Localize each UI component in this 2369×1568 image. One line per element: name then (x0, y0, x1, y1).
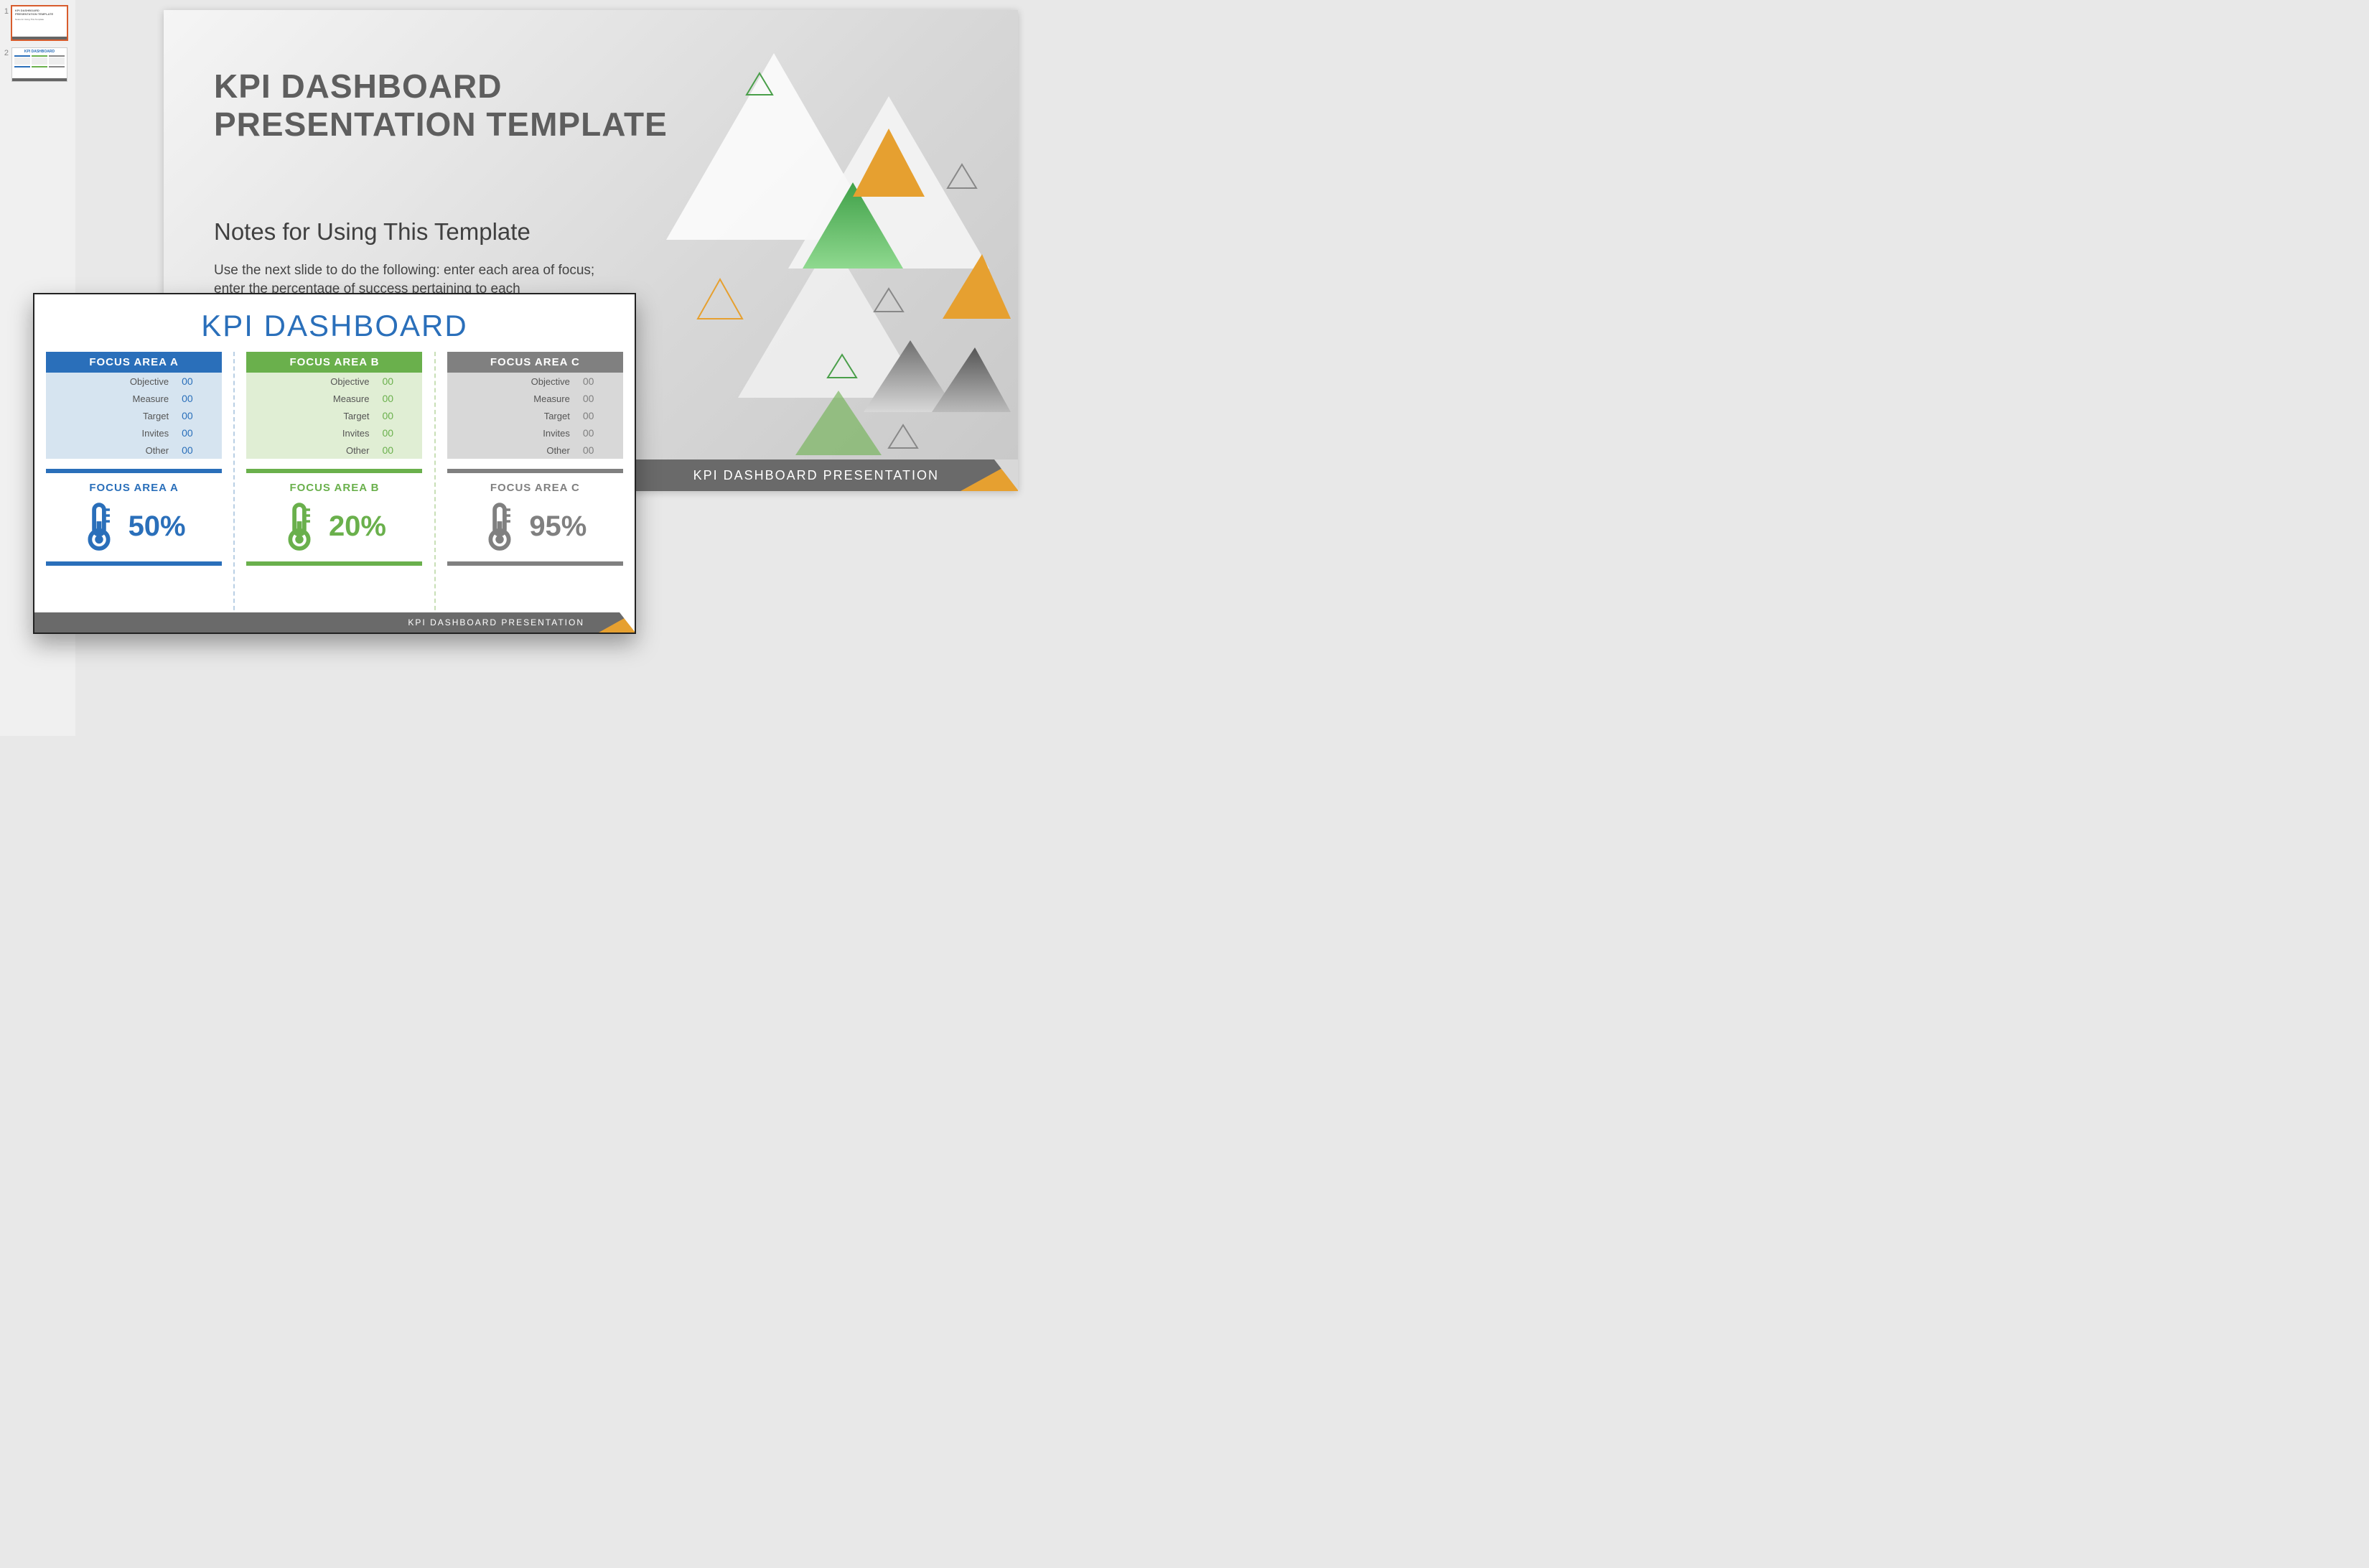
divider-bar (246, 561, 422, 566)
slide-footer-text: KPI DASHBOARD PRESENTATION (693, 468, 939, 483)
row-value[interactable]: 00 (382, 393, 403, 404)
table-row[interactable]: Target 00 (447, 407, 623, 424)
focus-area-table: Objective 00 Measure 00 Target 00 Invite… (447, 373, 623, 459)
column-separator (434, 352, 436, 617)
row-value[interactable]: 00 (382, 410, 403, 421)
table-row[interactable]: Measure 00 (46, 390, 222, 407)
table-row[interactable]: Objective 00 (46, 373, 222, 390)
divider-bar (447, 561, 623, 566)
table-row[interactable]: Target 00 (246, 407, 422, 424)
thermometer-icon (483, 501, 516, 551)
slide-subtitle[interactable]: Notes for Using This Template (214, 218, 531, 246)
row-value[interactable]: 00 (583, 427, 604, 439)
row-value[interactable]: 00 (583, 410, 604, 421)
table-row[interactable]: Objective 00 (447, 373, 623, 390)
title-line-2: PRESENTATION TEMPLATE (214, 106, 668, 143)
slide-thumbnail-1[interactable]: 1 KPI DASHBOARDPRESENTATION TEMPLATE Not… (3, 6, 73, 40)
focus-area-header[interactable]: FOCUS AREA A (46, 352, 222, 373)
focus-area-header[interactable]: FOCUS AREA B (246, 352, 422, 373)
slide-footer-bar: KPI DASHBOARD PRESENTATION (34, 612, 635, 633)
table-row[interactable]: Other 00 (447, 442, 623, 459)
row-label: Objective (253, 376, 382, 387)
row-value[interactable]: 00 (182, 375, 203, 387)
slide-thumbnail-number: 1 (3, 6, 11, 16)
dashboard-columns: FOCUS AREA A Objective 00 Measure 00 Tar… (34, 352, 635, 617)
slide-2-overlay-card[interactable]: KPI DASHBOARD FOCUS AREA A Objective 00 … (33, 293, 636, 634)
row-value[interactable]: 00 (382, 444, 403, 456)
focus-area-metric: 20% (246, 498, 422, 557)
footer-accent-icon (599, 612, 635, 633)
row-value[interactable]: 00 (182, 427, 203, 439)
footer-accent-icon (961, 459, 1018, 491)
focus-area-column-a: FOCUS AREA A Objective 00 Measure 00 Tar… (46, 352, 222, 617)
focus-area-percentage[interactable]: 20% (329, 510, 386, 543)
title-line-1: KPI DASHBOARD (214, 67, 502, 105)
focus-area-percentage[interactable]: 95% (529, 510, 587, 543)
thermometer-icon (283, 501, 316, 551)
row-label: Measure (53, 393, 182, 404)
table-row[interactable]: Invites 00 (246, 424, 422, 442)
table-row[interactable]: Other 00 (246, 442, 422, 459)
row-label: Target (253, 411, 382, 421)
row-value[interactable]: 00 (382, 375, 403, 387)
row-value[interactable]: 00 (182, 410, 203, 421)
row-label: Invites (454, 428, 583, 439)
focus-area-label: FOCUS AREA A (46, 473, 222, 498)
slide-thumbnail-preview[interactable]: KPI DASHBOARDPRESENTATION TEMPLATE Notes… (11, 6, 67, 40)
row-value[interactable]: 00 (382, 427, 403, 439)
focus-area-metric: 50% (46, 498, 222, 557)
row-label: Invites (53, 428, 182, 439)
focus-area-column-b: FOCUS AREA B Objective 00 Measure 00 Tar… (246, 352, 422, 617)
slide-title[interactable]: KPI DASHBOARD PRESENTATION TEMPLATE (214, 67, 668, 144)
focus-area-percentage[interactable]: 50% (129, 510, 186, 543)
row-value[interactable]: 00 (583, 393, 604, 404)
table-row[interactable]: Other 00 (46, 442, 222, 459)
row-label: Other (454, 445, 583, 456)
row-value[interactable]: 00 (583, 444, 604, 456)
divider-bar (46, 561, 222, 566)
table-row[interactable]: Target 00 (46, 407, 222, 424)
focus-area-column-c: FOCUS AREA C Objective 00 Measure 00 Tar… (447, 352, 623, 617)
row-label: Target (454, 411, 583, 421)
focus-area-metric: 95% (447, 498, 623, 557)
slide-thumbnail-number: 2 (3, 47, 11, 57)
row-value[interactable]: 00 (182, 444, 203, 456)
dashboard-title[interactable]: KPI DASHBOARD (34, 294, 635, 352)
slide-thumbnail-preview[interactable]: KPI DASHBOARD (11, 47, 67, 82)
row-label: Measure (253, 393, 382, 404)
row-label: Other (53, 445, 182, 456)
row-label: Target (53, 411, 182, 421)
row-value[interactable]: 00 (182, 393, 203, 404)
column-separator (233, 352, 235, 617)
focus-area-label: FOCUS AREA C (447, 473, 623, 498)
slide-thumbnail-2[interactable]: 2 KPI DASHBOARD (3, 47, 73, 82)
thermometer-icon (83, 501, 116, 551)
focus-area-header[interactable]: FOCUS AREA C (447, 352, 623, 373)
table-row[interactable]: Measure 00 (447, 390, 623, 407)
row-value[interactable]: 00 (583, 375, 604, 387)
row-label: Objective (53, 376, 182, 387)
table-row[interactable]: Invites 00 (447, 424, 623, 442)
table-row[interactable]: Measure 00 (246, 390, 422, 407)
row-label: Other (253, 445, 382, 456)
focus-area-table: Objective 00 Measure 00 Target 00 Invite… (46, 373, 222, 459)
row-label: Objective (454, 376, 583, 387)
table-row[interactable]: Objective 00 (246, 373, 422, 390)
row-label: Measure (454, 393, 583, 404)
slide-footer-text: KPI DASHBOARD PRESENTATION (408, 617, 584, 627)
table-row[interactable]: Invites 00 (46, 424, 222, 442)
focus-area-label: FOCUS AREA B (246, 473, 422, 498)
focus-area-table: Objective 00 Measure 00 Target 00 Invite… (246, 373, 422, 459)
row-label: Invites (253, 428, 382, 439)
